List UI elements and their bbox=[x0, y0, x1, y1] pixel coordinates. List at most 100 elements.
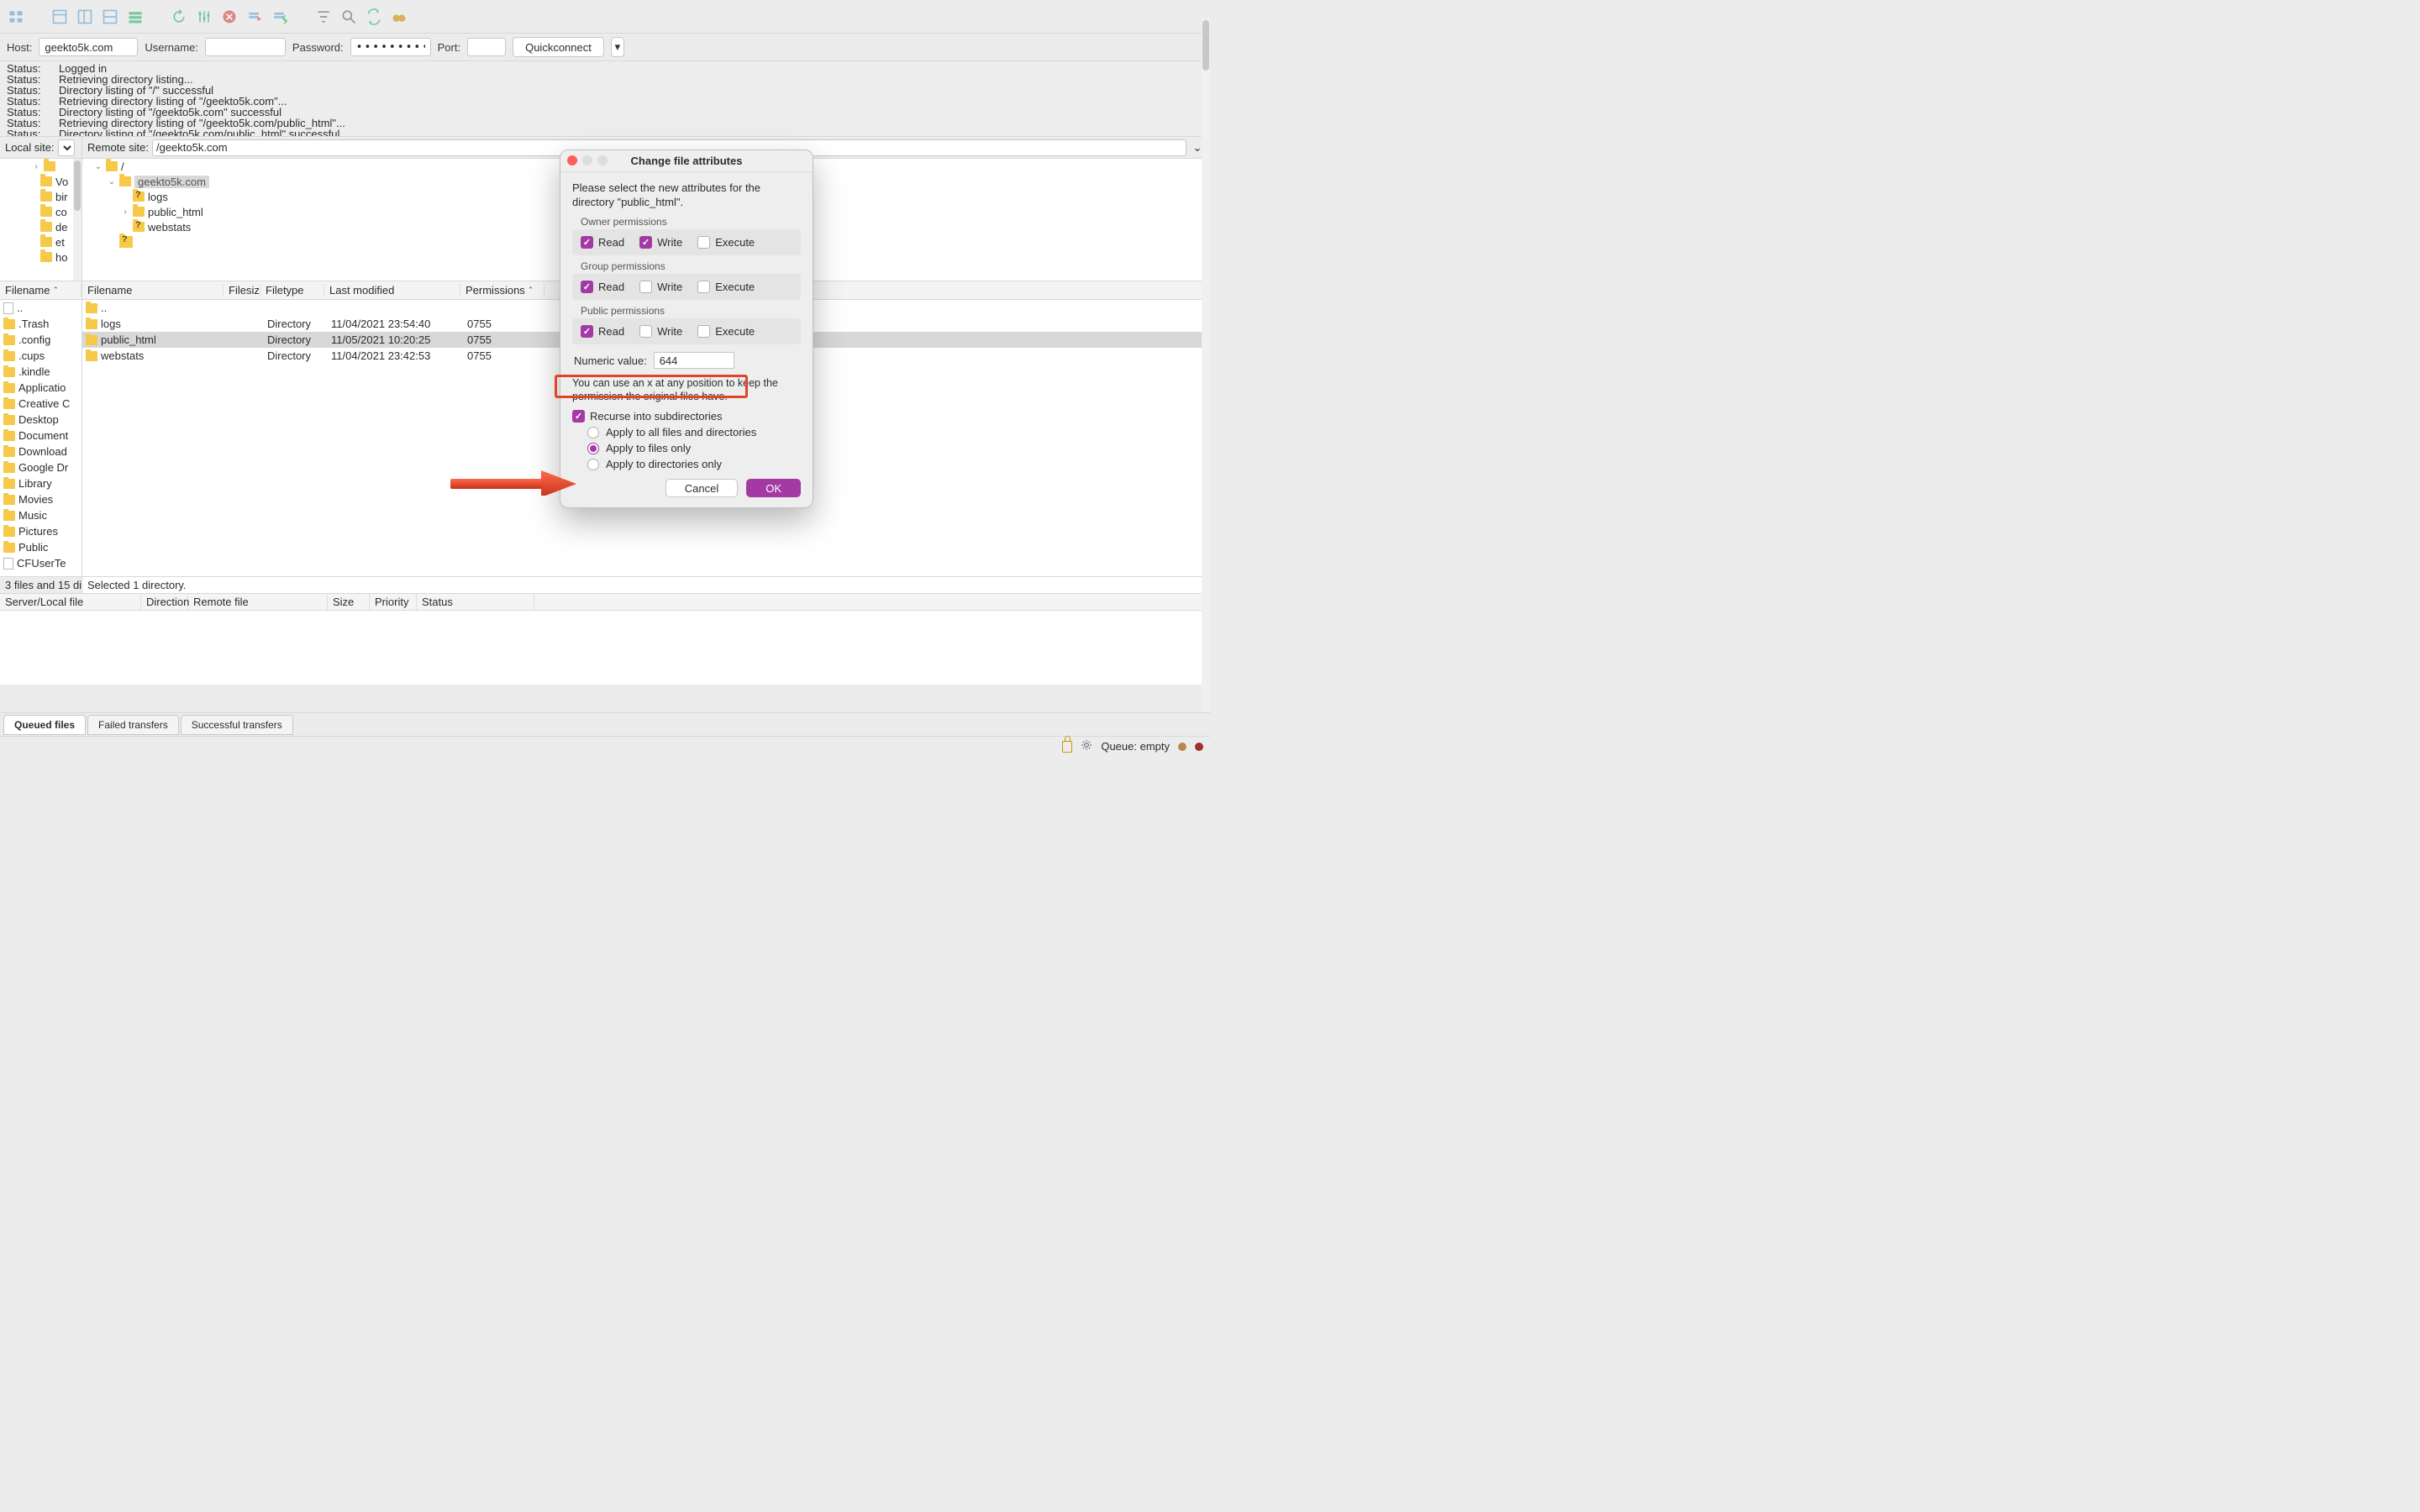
reconnect-icon[interactable] bbox=[269, 6, 291, 28]
public-execute-checkbox[interactable] bbox=[697, 325, 710, 338]
remote-col-filename[interactable]: Filename bbox=[82, 284, 224, 297]
toggle-local-tree-icon[interactable] bbox=[74, 6, 96, 28]
radio-apply-all[interactable] bbox=[587, 427, 599, 438]
radio-apply-files[interactable] bbox=[587, 443, 599, 454]
local-tree[interactable]: › Vobircodeetho bbox=[0, 159, 82, 281]
file-name: Desktop bbox=[18, 413, 59, 426]
qcol-status[interactable]: Status bbox=[417, 594, 534, 610]
file-row[interactable]: Library bbox=[0, 475, 82, 491]
file-row[interactable]: .Trash bbox=[0, 316, 82, 332]
quickconnect-button[interactable]: Quickconnect bbox=[513, 37, 604, 57]
disconnect-icon[interactable] bbox=[244, 6, 266, 28]
site-manager-icon[interactable] bbox=[5, 6, 27, 28]
filter-icon[interactable] bbox=[313, 6, 334, 28]
file-name: .kindle bbox=[18, 365, 50, 378]
file-row[interactable]: Movies bbox=[0, 491, 82, 507]
numeric-value-input[interactable] bbox=[654, 352, 734, 369]
tree-item[interactable]: et bbox=[0, 234, 82, 249]
remote-col-modified[interactable]: Last modified bbox=[324, 284, 460, 297]
public-permissions-label: Public permissions bbox=[581, 305, 801, 317]
remote-col-filesize[interactable]: Filesize bbox=[224, 284, 260, 297]
qcol-size[interactable]: Size bbox=[328, 594, 370, 610]
gear-icon[interactable] bbox=[1081, 739, 1092, 753]
qcol-remote[interactable]: Remote file bbox=[188, 594, 328, 610]
recurse-checkbox[interactable] bbox=[572, 410, 585, 423]
file-row[interactable]: .cups bbox=[0, 348, 82, 364]
qcol-direction[interactable]: Direction bbox=[141, 594, 188, 610]
folder-icon bbox=[3, 383, 15, 393]
tab-queued-files[interactable]: Queued files bbox=[3, 715, 86, 735]
radio-apply-dirs[interactable] bbox=[587, 459, 599, 470]
group-write-checkbox[interactable] bbox=[639, 281, 652, 293]
ok-button[interactable]: OK bbox=[746, 479, 801, 497]
file-row[interactable]: Pictures bbox=[0, 523, 82, 539]
port-label: Port: bbox=[438, 41, 460, 54]
scrollbar[interactable] bbox=[73, 159, 82, 281]
file-row[interactable]: Download bbox=[0, 444, 82, 459]
process-queue-icon[interactable] bbox=[193, 6, 215, 28]
file-name: Movies bbox=[18, 493, 53, 506]
tree-label: Vo bbox=[55, 176, 68, 188]
group-read-checkbox[interactable] bbox=[581, 281, 593, 293]
cancel-icon[interactable] bbox=[218, 6, 240, 28]
tree-item[interactable]: ho bbox=[0, 249, 82, 265]
local-site-select[interactable] bbox=[58, 139, 75, 156]
file-row[interactable]: Document bbox=[0, 428, 82, 444]
file-row[interactable]: Public bbox=[0, 539, 82, 555]
folder-icon bbox=[40, 222, 52, 232]
file-row[interactable]: Creative C bbox=[0, 396, 82, 412]
dialog-titlebar[interactable]: Change file attributes bbox=[560, 150, 813, 172]
refresh-icon[interactable] bbox=[168, 6, 190, 28]
toggle-remote-tree-icon[interactable] bbox=[99, 6, 121, 28]
file-row[interactable]: Desktop bbox=[0, 412, 82, 428]
cancel-button[interactable]: Cancel bbox=[666, 479, 738, 497]
owner-read-checkbox[interactable] bbox=[581, 236, 593, 249]
file-row[interactable]: Applicatio bbox=[0, 380, 82, 396]
quickconnect-dropdown[interactable]: ▾ bbox=[611, 37, 624, 57]
log-tag: Status: bbox=[7, 129, 44, 137]
search-icon[interactable] bbox=[338, 6, 360, 28]
file-name: Download bbox=[18, 445, 67, 458]
lock-icon[interactable] bbox=[1062, 741, 1072, 753]
username-input[interactable] bbox=[205, 38, 286, 56]
close-icon[interactable] bbox=[567, 155, 577, 165]
binoculars-icon[interactable] bbox=[388, 6, 410, 28]
qcol-server[interactable]: Server/Local file bbox=[0, 594, 141, 610]
remote-col-permissions[interactable]: Permissions⌃ bbox=[460, 284, 544, 297]
local-file-header[interactable]: Filename⌃ bbox=[0, 281, 82, 300]
file-name: .cups bbox=[18, 349, 45, 362]
port-input[interactable] bbox=[467, 38, 506, 56]
tree-item[interactable]: › bbox=[0, 159, 82, 174]
numeric-value-label: Numeric value: bbox=[574, 354, 647, 367]
toggle-log-icon[interactable] bbox=[49, 6, 71, 28]
tree-item[interactable]: de bbox=[0, 219, 82, 234]
group-execute-checkbox[interactable] bbox=[697, 281, 710, 293]
file-row[interactable]: .config bbox=[0, 332, 82, 348]
file-row[interactable]: .kindle bbox=[0, 364, 82, 380]
tab-failed-transfers[interactable]: Failed transfers bbox=[87, 715, 179, 735]
file-row[interactable]: CFUserTe bbox=[0, 555, 82, 571]
file-row[interactable]: Google Dr bbox=[0, 459, 82, 475]
owner-execute-checkbox[interactable] bbox=[697, 236, 710, 249]
public-write-checkbox[interactable] bbox=[639, 325, 652, 338]
tab-successful-transfers[interactable]: Successful transfers bbox=[181, 715, 293, 735]
file-row[interactable]: Music bbox=[0, 507, 82, 523]
tree-item[interactable]: co bbox=[0, 204, 82, 219]
host-input[interactable] bbox=[39, 38, 138, 56]
local-col-filename[interactable]: Filename⌃ bbox=[0, 284, 82, 297]
password-input[interactable] bbox=[350, 38, 431, 56]
compare-icon[interactable] bbox=[363, 6, 385, 28]
qcol-priority[interactable]: Priority bbox=[370, 594, 417, 610]
local-file-list[interactable]: Filename⌃ ...Trash.config.cups .kindle App… bbox=[0, 281, 82, 576]
file-name: Public bbox=[18, 541, 48, 554]
change-attributes-dialog: Change file attributes Please select the… bbox=[560, 150, 813, 508]
owner-write-checkbox[interactable] bbox=[639, 236, 652, 249]
remote-col-filetype[interactable]: Filetype bbox=[260, 284, 324, 297]
toggle-queue-icon[interactable] bbox=[124, 6, 146, 28]
public-read-checkbox[interactable] bbox=[581, 325, 593, 338]
folder-icon bbox=[3, 335, 15, 345]
tree-item[interactable]: bir bbox=[0, 189, 82, 204]
tree-item[interactable]: Vo bbox=[0, 174, 82, 189]
file-row[interactable]: .. bbox=[0, 300, 82, 316]
queue-body[interactable] bbox=[0, 611, 1210, 685]
